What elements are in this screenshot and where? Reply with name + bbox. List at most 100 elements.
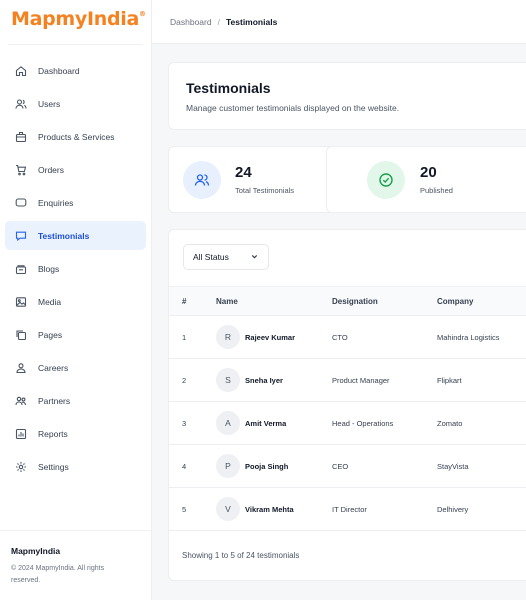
sidebar-item-dashboard[interactable]: Dashboard: [5, 56, 146, 85]
stat-total-value: 24: [235, 164, 252, 181]
cart-icon: [14, 163, 27, 176]
layers-icon: [14, 262, 27, 275]
sidebar-item-label: Careers: [38, 362, 69, 373]
report-icon: [14, 427, 27, 440]
row-company: Flipkart: [437, 376, 462, 385]
testimonials-table-card: All Status # Name Designation Company 1 …: [168, 229, 526, 581]
chat-icon: [14, 196, 27, 209]
table-header: # Name Designation Company: [169, 286, 526, 316]
row-designation: IT Director: [332, 505, 367, 514]
divider: [0, 530, 151, 531]
avatar: S: [216, 368, 240, 392]
row-designation: Head - Operations: [332, 419, 394, 428]
stat-card-total: 24 Total Testimonials: [168, 146, 340, 213]
sidebar-item-label: Products & Services: [38, 131, 115, 142]
breadcrumb-separator: /: [217, 16, 220, 27]
row-company: Delhivery: [437, 505, 469, 514]
home-icon: [14, 64, 27, 77]
row-number: 5: [182, 505, 187, 514]
status-filter-value: All Status: [193, 252, 229, 262]
sidebar-item-reports[interactable]: Reports: [5, 419, 146, 448]
sidebar-item-label: Reports: [38, 428, 68, 439]
sidebar-item-label: Orders: [38, 164, 64, 175]
sidebar-item-label: Dashboard: [38, 65, 80, 76]
row-company: StayVista: [437, 462, 469, 471]
logo-text: MapmyIndia: [11, 8, 140, 30]
table-row[interactable]: 5 V Vikram Mehta IT Director Delhivery: [169, 488, 526, 531]
row-number: 2: [182, 376, 187, 385]
pagination-summary: Showing 1 to 5 of 24 testimonials: [182, 551, 300, 560]
sidebar-item-label: Media: [38, 296, 62, 307]
row-designation: CTO: [332, 333, 348, 342]
table-row[interactable]: 2 S Sneha Iyer Product Manager Flipkart: [169, 359, 526, 402]
row-number: 4: [182, 462, 187, 471]
row-number: 1: [182, 333, 187, 342]
column-header-designation: Designation: [332, 297, 378, 306]
row-designation: Product Manager: [332, 376, 390, 385]
page-subtitle: Manage customer testimonials displayed o…: [186, 103, 400, 113]
sidebar-item-partners[interactable]: Partners: [5, 386, 146, 415]
row-company: Mahindra Logistics: [437, 333, 500, 342]
users-icon: [183, 161, 221, 199]
sidebar-item-media[interactable]: Media: [5, 287, 146, 316]
box-icon: [14, 130, 27, 143]
row-name: Vikram Mehta: [245, 505, 294, 514]
sidebar-item-label: Enquiries: [38, 197, 74, 208]
page-title: Testimonials: [186, 80, 271, 96]
row-name: Sneha Iyer: [245, 376, 283, 385]
row-name: Rajeev Kumar: [245, 333, 296, 342]
sidebar-item-settings[interactable]: Settings: [5, 452, 146, 481]
sidebar-item-products-services[interactable]: Products & Services: [5, 122, 146, 151]
sidebar-item-blogs[interactable]: Blogs: [5, 254, 146, 283]
sidebar: MapmyIndia® Dashboard Users Products & S…: [0, 0, 152, 600]
stat-card-published: 20 Published: [326, 146, 526, 213]
status-filter-select[interactable]: All Status: [183, 244, 269, 270]
sidebar-item-label: Users: [38, 98, 61, 109]
sidebar-item-label: Partners: [38, 395, 71, 406]
chevron-down-icon: [250, 252, 259, 263]
sidebar-item-pages[interactable]: Pages: [5, 320, 146, 349]
registered-mark: ®: [139, 10, 146, 18]
row-company: Zomato: [437, 419, 463, 428]
breadcrumb-current: Testimonials: [225, 16, 278, 27]
sidebar-item-careers[interactable]: Careers: [5, 353, 146, 382]
person-icon: [14, 361, 27, 374]
avatar: R: [216, 325, 240, 349]
sidebar-nav: Dashboard Users Products & Services Orde…: [5, 56, 146, 485]
column-header-company: Company: [437, 297, 474, 306]
row-number: 3: [182, 419, 187, 428]
row-name: Pooja Singh: [245, 462, 289, 471]
sidebar-item-users[interactable]: Users: [5, 89, 146, 118]
sidebar-item-enquiries[interactable]: Enquiries: [5, 188, 146, 217]
check-circle-icon: [367, 161, 405, 199]
breadcrumb: Dashboard / Testimonials: [170, 17, 277, 27]
table-row[interactable]: 1 R Rajeev Kumar CTO Mahindra Logistics: [169, 316, 526, 359]
avatar: A: [216, 411, 240, 435]
column-header-number: #: [182, 297, 187, 306]
message-icon: [14, 229, 27, 242]
stat-total-label: Total Testimonials: [235, 186, 295, 195]
divider: [8, 44, 143, 45]
avatar: V: [216, 497, 240, 521]
brand-logo[interactable]: MapmyIndia®: [11, 8, 146, 30]
sidebar-item-label: Settings: [38, 461, 69, 472]
gear-icon: [14, 460, 27, 473]
users-icon: [14, 97, 27, 110]
table-row[interactable]: 4 P Pooja Singh CEO StayVista: [169, 445, 526, 488]
footer-copyright: © 2024 MapmyIndia. All rights reserved.: [11, 565, 105, 584]
sidebar-item-label: Blogs: [38, 263, 60, 274]
row-designation: CEO: [332, 462, 349, 471]
column-header-name: Name: [216, 297, 238, 306]
stat-published-label: Published: [420, 186, 453, 195]
sidebar-item-orders[interactable]: Orders: [5, 155, 146, 184]
table-row[interactable]: 3 A Amit Verma Head - Operations Zomato: [169, 402, 526, 445]
page-header-card: Testimonials Manage customer testimonial…: [168, 62, 526, 130]
copy-icon: [14, 328, 27, 341]
stat-published-value: 20: [420, 164, 437, 181]
partners-icon: [14, 394, 27, 407]
sidebar-item-label: Pages: [38, 329, 63, 340]
sidebar-item-label: Testimonials: [38, 230, 90, 241]
breadcrumb-dashboard-link[interactable]: Dashboard: [170, 17, 212, 27]
topbar: Dashboard / Testimonials: [152, 0, 526, 44]
sidebar-item-testimonials[interactable]: Testimonials: [5, 221, 146, 250]
